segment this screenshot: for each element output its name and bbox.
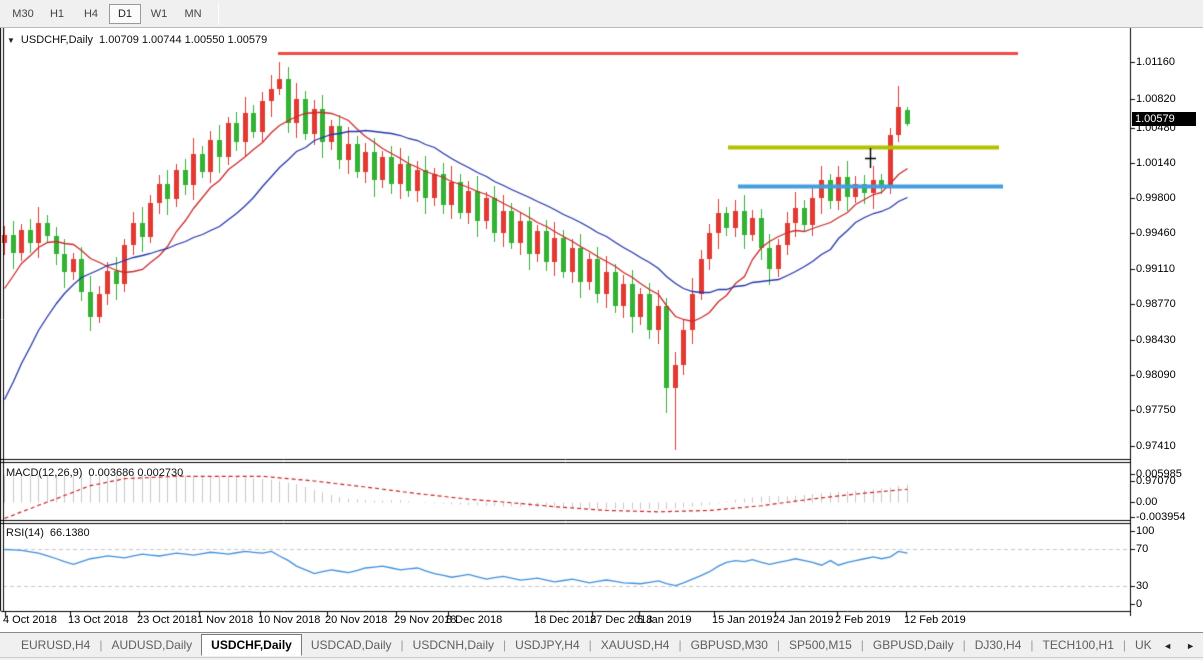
- price-axis-label: 0.97750: [1136, 404, 1176, 416]
- chart-window: ▼ USDCHF,Daily 1.00709 1.00744 1.00550 1…: [0, 28, 1203, 632]
- price-axis-label: 0.98430: [1136, 334, 1176, 346]
- price-axis-label: 1.00140: [1136, 157, 1176, 169]
- price-chart-canvas[interactable]: [0, 28, 1203, 632]
- tab-sp500-m15[interactable]: SP500,M15: [780, 635, 861, 655]
- rsi-axis-label: 70: [1136, 543, 1149, 555]
- date-axis-label: 15 Jan 2019: [712, 614, 773, 626]
- tab-gbpusd-m30[interactable]: GBPUSD,M30: [682, 635, 777, 655]
- macd-name: MACD(12,26,9): [6, 467, 83, 479]
- chart-ohlc-values: 1.00709 1.00744 1.00550 1.00579: [99, 34, 268, 46]
- date-axis-label: 8 Dec 2018: [446, 614, 503, 626]
- tab-scroll-right-icon[interactable]: ►: [1186, 641, 1195, 651]
- tab-uk[interactable]: UK: [1126, 635, 1160, 655]
- tab-usdcad-daily[interactable]: USDCAD,Daily: [302, 635, 401, 655]
- date-axis-label: 2 Feb 2019: [835, 614, 891, 626]
- rsi-axis-label: 100: [1136, 525, 1155, 537]
- chart-symbol-label: USDCHF,Daily: [20, 34, 94, 46]
- tab-xauusd-h4[interactable]: XAUUSD,H4: [592, 635, 679, 655]
- price-axis-label: 0.99800: [1136, 192, 1176, 204]
- macd-axis-label: 0.005985: [1136, 468, 1182, 480]
- timeframe-button-mn[interactable]: MN: [177, 4, 209, 24]
- date-axis-label: 12 Feb 2019: [904, 614, 966, 626]
- tab-audusd-daily[interactable]: AUDUSD,Daily: [102, 635, 201, 655]
- macd-axis-label: -0.003954: [1136, 511, 1186, 523]
- chart-tabs: EURUSD,H4 | AUDUSD,Daily USDCHF,Daily USDCAD…: [12, 633, 1160, 656]
- date-axis-label: 4 Oct 2018: [3, 614, 57, 626]
- date-axis-label: 10 Nov 2018: [258, 614, 321, 626]
- tab-tech100-h1[interactable]: TECH100,H1: [1034, 635, 1123, 655]
- tab-usdjpy-h4[interactable]: USDJPY,H4: [506, 635, 588, 655]
- price-axis-label: 0.98770: [1136, 298, 1176, 310]
- date-axis-label: 1 Nov 2018: [197, 614, 254, 626]
- price-axis-label: 1.00820: [1136, 93, 1176, 105]
- timeframe-button-m30[interactable]: M30: [7, 4, 39, 24]
- rsi-axis-label: 0: [1136, 598, 1143, 610]
- date-axis-label: 24 Jan 2019: [773, 614, 834, 626]
- tab-gbpusd-daily[interactable]: GBPUSD,Daily: [864, 635, 963, 655]
- date-axis-label: 5 Jan 2019: [637, 614, 692, 626]
- timeframe-toolbar: M30 H1 H4 D1 W1 MN: [0, 0, 1203, 28]
- rsi-name: RSI(14): [6, 527, 44, 539]
- timeframe-button-h4[interactable]: H4: [75, 4, 107, 24]
- rsi-axis-label: 30: [1136, 580, 1149, 592]
- timeframe-buttons: M30 H1 H4 D1 W1 MN: [6, 3, 210, 24]
- macd-values: 0.003686 0.002730: [88, 467, 184, 479]
- chart-dropdown-icon[interactable]: ▼: [7, 36, 15, 45]
- timeframe-button-w1[interactable]: W1: [143, 4, 175, 24]
- current-price-badge: 1.00579: [1132, 112, 1196, 126]
- date-axis-label: 13 Oct 2018: [68, 614, 128, 626]
- tab-usdchf-daily[interactable]: USDCHF,Daily: [201, 633, 302, 656]
- tab-scroll-controls: ◄ ►: [1159, 633, 1199, 657]
- tab-usdcnh-daily[interactable]: USDCNH,Daily: [404, 635, 503, 655]
- date-axis-label: 20 Nov 2018: [325, 614, 388, 626]
- tab-eurusd-h4[interactable]: EURUSD,H4: [12, 635, 99, 655]
- price-axis-label: 1.01160: [1136, 56, 1175, 68]
- macd-indicator-label: MACD(12,26,9) 0.003686 0.002730: [6, 467, 183, 479]
- chart-tab-bar: EURUSD,H4 | AUDUSD,Daily USDCHF,Daily USDCAD…: [0, 632, 1203, 657]
- price-axis-label: 0.99460: [1136, 227, 1176, 239]
- price-axis-label: 0.97410: [1136, 440, 1176, 452]
- mt4-window: M30 H1 H4 D1 W1 MN ▼ USDCHF,Daily 1.00709 1.0…: [0, 0, 1203, 660]
- price-axis-label: 0.99110: [1136, 263, 1175, 275]
- toolbar-separator: [218, 2, 219, 25]
- rsi-value: 66.1380: [49, 527, 90, 539]
- date-axis-label: 23 Oct 2018: [137, 614, 197, 626]
- chart-header[interactable]: ▼ USDCHF,Daily 1.00709 1.00744 1.00550 1…: [7, 34, 267, 46]
- date-axis-label: 18 Dec 2018: [534, 614, 597, 626]
- tab-scroll-left-icon[interactable]: ◄: [1163, 641, 1172, 651]
- timeframe-button-d1[interactable]: D1: [109, 3, 141, 24]
- macd-axis-label: 0.00: [1136, 496, 1158, 508]
- rsi-indicator-label: RSI(14) 66.1380: [6, 527, 90, 539]
- tab-dj30-h4[interactable]: DJ30,H4: [966, 635, 1031, 655]
- timeframe-button-h1[interactable]: H1: [41, 4, 73, 24]
- price-axis-label: 0.98090: [1136, 369, 1176, 381]
